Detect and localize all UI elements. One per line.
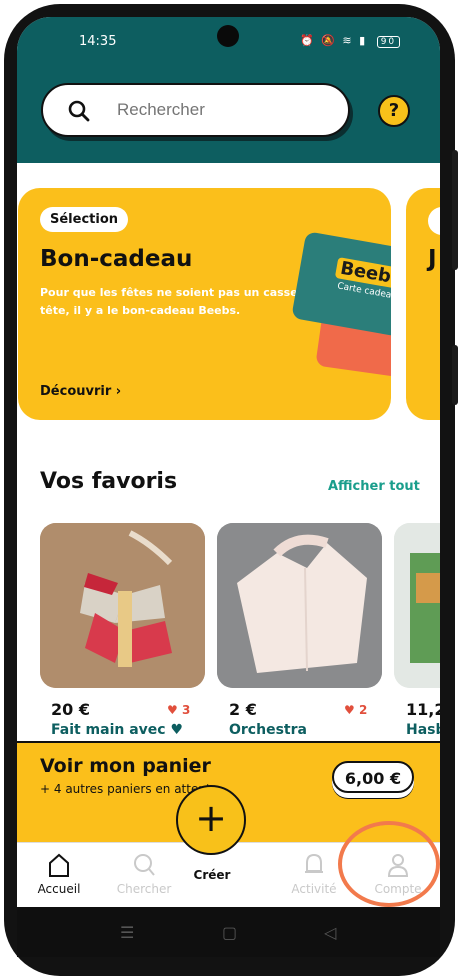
cart-total[interactable]: 6,00 € bbox=[332, 761, 414, 793]
tab-accueil[interactable]: Accueil bbox=[19, 843, 99, 907]
selection-chip: Sélection bbox=[40, 207, 129, 232]
discover-link[interactable]: Découvrir › bbox=[40, 384, 121, 399]
product-image-jacket[interactable] bbox=[217, 523, 382, 688]
create-label: Créer bbox=[193, 868, 231, 882]
search-input[interactable] bbox=[115, 99, 339, 121]
wifi-icon: ≋ bbox=[342, 34, 354, 47]
likes-count: 3 bbox=[181, 703, 191, 717]
product-image-bow[interactable] bbox=[40, 523, 205, 688]
product-price: 2 € bbox=[229, 700, 257, 719]
heart-icon: ♥ bbox=[344, 703, 355, 717]
tab-label: Chercher bbox=[116, 882, 172, 896]
tab-label: Accueil bbox=[37, 882, 81, 896]
bow-photo bbox=[40, 523, 205, 688]
search-icon bbox=[134, 854, 155, 876]
cart-title: Voir mon panier bbox=[40, 755, 211, 777]
home-nav-icon[interactable]: ▢ bbox=[222, 923, 237, 942]
jacket-photo bbox=[217, 523, 382, 688]
tab-label: Activité bbox=[291, 882, 337, 896]
next-banner[interactable]: J bbox=[406, 188, 440, 420]
status-time: 14:35 bbox=[79, 34, 117, 49]
gift-card-banner[interactable]: Sélection Bon-cadeau Pour que les fêtes … bbox=[18, 188, 391, 420]
product-brand: Orchestra bbox=[229, 722, 307, 738]
product-likes[interactable]: ♥ 2 bbox=[344, 703, 367, 717]
plus-icon: + bbox=[195, 796, 227, 840]
front-camera bbox=[217, 25, 239, 47]
home-icon bbox=[49, 853, 69, 877]
product-price: 20 € bbox=[51, 700, 90, 719]
likes-count: 2 bbox=[358, 703, 368, 717]
alarm-icon: ⏰ bbox=[300, 34, 316, 47]
power-button bbox=[452, 345, 458, 405]
help-button[interactable]: ? bbox=[378, 95, 410, 127]
create-button[interactable]: + bbox=[176, 785, 246, 855]
app-header: 14:35 ⏰ 🔕 ≋ ▮ 90 ? bbox=[17, 17, 440, 163]
battery-icon: 90 bbox=[376, 36, 401, 48]
back-nav-icon[interactable]: ◁ bbox=[324, 923, 336, 942]
favorites-title: Vos favoris bbox=[40, 469, 178, 494]
search-icon bbox=[68, 100, 90, 122]
product-likes[interactable]: ♥ 3 bbox=[167, 703, 190, 717]
next-banner-chip bbox=[428, 207, 440, 235]
see-all-link[interactable]: Afficher tout bbox=[328, 479, 420, 494]
banner-description: Pour que les fêtes ne soient pas un cass… bbox=[40, 286, 303, 317]
puzzle-photo bbox=[394, 523, 440, 688]
product-brand: Hasb bbox=[406, 722, 440, 738]
annotation-circle bbox=[338, 821, 440, 907]
product-price: 11,2 bbox=[406, 700, 440, 719]
app-screen: 14:35 ⏰ 🔕 ≋ ▮ 90 ? Sélection Bon-cadeau bbox=[17, 17, 440, 907]
next-banner-title: J bbox=[428, 246, 437, 272]
mute-icon: 🔕 bbox=[321, 34, 337, 47]
product-image-puzzle[interactable] bbox=[394, 523, 440, 688]
banner-title: Bon-cadeau bbox=[40, 246, 193, 272]
system-nav-bar: ☰ ▢ ◁ bbox=[17, 907, 440, 957]
signal-icon: ▮ bbox=[359, 34, 368, 47]
tab-chercher[interactable]: Chercher bbox=[104, 843, 184, 907]
bell-icon bbox=[305, 853, 323, 873]
product-brand: Fait main avec ♥ bbox=[51, 722, 184, 738]
status-icons: ⏰ 🔕 ≋ ▮ 90 bbox=[300, 34, 401, 48]
gift-card-image: Beebs Carte cadeau bbox=[291, 231, 391, 337]
menu-nav-icon[interactable]: ☰ bbox=[120, 923, 134, 942]
search-bar[interactable] bbox=[41, 83, 350, 137]
phone-frame: 14:35 ⏰ 🔕 ≋ ▮ 90 ? Sélection Bon-cadeau bbox=[0, 0, 461, 980]
heart-icon: ♥ bbox=[167, 703, 178, 717]
volume-button bbox=[452, 150, 458, 270]
